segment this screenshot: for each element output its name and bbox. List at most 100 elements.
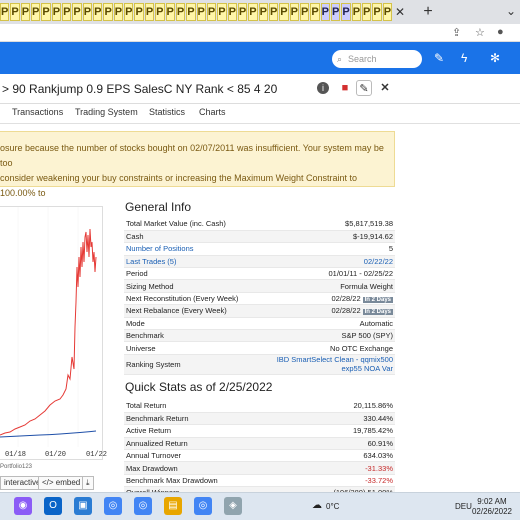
table-row: Universe No OTC Exchange — [124, 341, 395, 355]
row-value: No OTC Exchange — [257, 341, 395, 355]
browser-tab[interactable]: P — [93, 3, 103, 21]
chrome-icon[interactable]: ◎ — [194, 497, 212, 515]
status-badge: In 2 Days — [362, 309, 393, 316]
row-label: Benchmark Return — [124, 412, 287, 426]
search-input[interactable]: ⌕ Search — [332, 50, 422, 68]
browser-tab[interactable]: P — [72, 3, 82, 21]
temperature-text: 0°C — [326, 502, 340, 511]
browser-tab[interactable]: P — [206, 3, 217, 21]
chrome-icon[interactable]: ◎ — [104, 497, 122, 515]
browser-tab[interactable]: P — [186, 3, 196, 21]
browser-tab[interactable]: P — [217, 3, 227, 21]
row-value-text: No OTC Exchange — [330, 343, 393, 353]
outlook-icon[interactable]: O — [44, 497, 62, 515]
row-label[interactable]: Number of Positions — [124, 242, 258, 256]
tab-charts[interactable]: Charts — [199, 107, 226, 117]
row-label: Next Rebalance (Every Week) — [124, 304, 258, 318]
browser-tab[interactable]: P — [299, 3, 310, 21]
row-label: Cash — [124, 230, 258, 244]
row-label: Max Drawdown — [124, 461, 287, 475]
system-clock[interactable]: 9:02 AM 02/26/2022 — [472, 497, 512, 517]
close-tab-icon[interactable]: ✕ — [392, 5, 408, 19]
new-tab-button[interactable]: + — [418, 3, 438, 21]
embed-button[interactable]: </> embed — [38, 476, 85, 490]
browser-tab[interactable]: P — [258, 3, 268, 21]
row-label[interactable]: Last Trades (5) — [124, 255, 258, 269]
tab-list-icon[interactable]: ⌄ — [506, 4, 516, 18]
row-value-text: 5 — [388, 244, 393, 254]
browser-tab[interactable]: P — [62, 3, 72, 21]
browser-tab[interactable]: P — [341, 3, 351, 21]
row-value-text: 634.03% — [363, 451, 393, 461]
browser-tab[interactable]: P — [134, 3, 144, 21]
share-icon[interactable]: ⇪ — [452, 26, 461, 39]
browser-tab[interactable]: P — [51, 3, 62, 21]
table-row: Max Drawdown -31.33% — [124, 461, 395, 475]
row-label: Next Reconstitution (Every Week) — [124, 292, 258, 306]
browser-tab[interactable]: P — [196, 3, 206, 21]
tab-statistics[interactable]: Statistics — [149, 107, 185, 117]
browser-tab[interactable]: P — [165, 3, 175, 21]
folder-icon[interactable]: ▤ — [164, 497, 182, 515]
lock-icon[interactable]: ■ — [337, 80, 353, 96]
table-row: Benchmark Max Drawdown -33.72% — [124, 474, 395, 488]
bolt-icon[interactable]: ϟ — [461, 51, 467, 65]
browser-tab[interactable]: P — [82, 3, 93, 21]
chrome-icon[interactable]: ◎ — [134, 497, 152, 515]
browser-tab[interactable]: P — [20, 3, 31, 21]
browser-tab[interactable]: P — [10, 3, 20, 21]
quick-stats-heading: Quick Stats as of 2/25/2022 — [125, 380, 273, 394]
browser-tab[interactable]: P — [289, 3, 299, 21]
row-value-text: 19,785.42% — [352, 426, 393, 436]
table-row: Number of Positions 5 — [124, 242, 395, 256]
browser-tab[interactable]: P — [372, 3, 382, 21]
info-icon[interactable]: i — [317, 82, 329, 94]
download-icon[interactable]: ⤓ — [82, 476, 94, 490]
app-icon[interactable]: ◉ — [14, 497, 32, 515]
browser-tab[interactable]: P — [248, 3, 258, 21]
browser-tab[interactable]: P — [362, 3, 372, 21]
clock-date: 02/26/2022 — [471, 507, 512, 516]
row-value: 19,785.42% — [286, 424, 395, 438]
row-value: $5,817,519.38 — [257, 218, 395, 231]
gear-icon[interactable]: ✻ — [490, 51, 500, 65]
browser-tab[interactable]: P — [351, 3, 362, 21]
browser-tab[interactable]: P — [268, 3, 279, 21]
close-icon[interactable]: ✕ — [377, 80, 393, 96]
browser-tab[interactable]: P — [227, 3, 237, 21]
row-label: Total Return — [124, 400, 287, 413]
browser-tab[interactable]: P — [175, 3, 186, 21]
address-bar[interactable]: ⇪ ☆ ● — [0, 24, 520, 42]
browser-tab[interactable]: P — [31, 3, 41, 21]
app-icon[interactable]: ◈ — [224, 497, 242, 515]
language-indicator[interactable]: DEU — [455, 502, 472, 511]
browser-tab[interactable]: P — [0, 3, 10, 21]
browser-tab[interactable]: P — [41, 3, 51, 21]
tab-trading-system[interactable]: Trading System — [75, 107, 138, 117]
warning-banner: osure because the number of stocks bough… — [0, 131, 395, 198]
pin-icon[interactable]: ✎ — [356, 80, 372, 96]
browser-tab[interactable]: P — [155, 3, 165, 21]
browser-tab[interactable]: P — [279, 3, 289, 21]
x-tick-label: 01/18 — [5, 451, 27, 459]
teams-icon[interactable]: ▣ — [74, 497, 92, 515]
row-label: Ranking System — [124, 354, 258, 375]
browser-tab[interactable]: P — [320, 3, 330, 21]
performance-chart[interactable] — [0, 206, 103, 460]
browser-tab[interactable]: P — [331, 3, 341, 21]
row-value: -31.33% — [286, 461, 395, 475]
pin-icon[interactable]: ✎ — [434, 51, 444, 65]
tab-transactions[interactable]: Transactions — [12, 107, 63, 117]
browser-tab[interactable]: P — [310, 3, 320, 21]
profile-icon[interactable]: ● — [497, 26, 504, 38]
browser-tab[interactable]: P — [382, 3, 392, 21]
browser-tab[interactable]: P — [144, 3, 155, 21]
browser-tab[interactable]: P — [124, 3, 134, 21]
browser-tab[interactable]: P — [113, 3, 124, 21]
row-label: Benchmark Max Drawdown — [124, 474, 287, 488]
row-value-text: IBD SmartSelect Clean - qqmix500 — [276, 355, 393, 365]
row-value-text: 60.91% — [367, 438, 393, 448]
star-icon[interactable]: ☆ — [475, 26, 485, 39]
browser-tab[interactable]: P — [103, 3, 113, 21]
browser-tab[interactable]: P — [237, 3, 248, 21]
